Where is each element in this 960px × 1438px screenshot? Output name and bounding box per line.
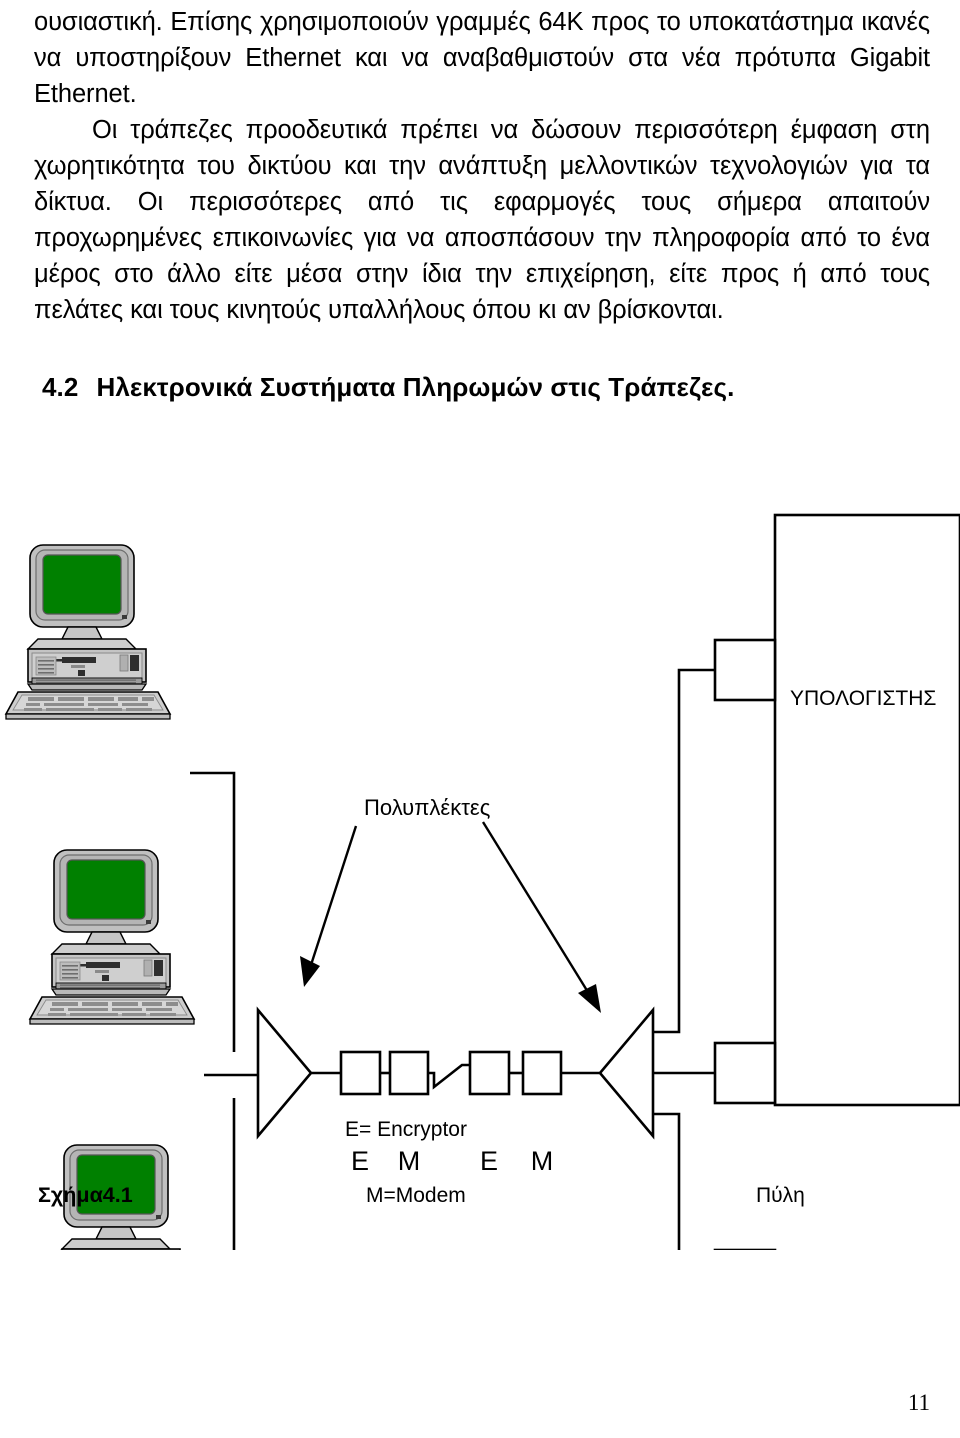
modem-box-1 — [388, 1050, 430, 1096]
paragraph-2: Οι τράπεζες προοδευτικά πρέπει να δώσουν… — [34, 116, 930, 324]
multiplexer-right — [598, 1006, 655, 1140]
host-computer: ΥΠΟΛΟΓΙΣΤΗΣ — [773, 513, 960, 1107]
multiplexer-label: Πολυπλέκτες — [364, 795, 490, 820]
host-port-middle — [713, 1041, 777, 1105]
multiplexer-left — [256, 1006, 313, 1140]
page-number: 11 — [907, 1390, 930, 1415]
workstation-middle — [29, 849, 195, 1025]
link-label-2: E — [480, 1146, 498, 1176]
body-text: ουσιαστική. Επίσης χρησιμοποιούν γραμμές… — [34, 4, 930, 328]
host-interface-boxes — [713, 638, 777, 1250]
encryptor-box-2 — [468, 1050, 511, 1096]
legend-modem: M=Modem — [366, 1184, 466, 1207]
section-number: 4.2 — [42, 372, 79, 402]
legend-encryptor: E= Encryptor — [345, 1118, 467, 1141]
host-label: ΥΠΟΛΟΓΙΣΤΗΣ — [790, 687, 936, 710]
paragraph-1: ουσιαστική. Επίσης χρησιμοποιούν γραμμές… — [34, 8, 930, 108]
network-diagram: E M E M Πολυπλέκτες ΥΠΟΛΟΓΙΣΤΗΣ — [0, 490, 960, 1250]
section-heading: 4.2 Ηλεκτρονικά Συστήματα Πληρωμών στις Τ… — [42, 372, 734, 403]
chain-box-labels: E M E M — [351, 1146, 553, 1176]
workstation-links — [190, 771, 258, 1250]
encryptor-box-1 — [339, 1050, 382, 1096]
modem-box-2 — [521, 1050, 563, 1096]
link-label-3: M — [531, 1146, 554, 1176]
host-port-top — [713, 638, 777, 702]
multiplexer-callout: Πολυπλέκτες — [300, 795, 601, 1013]
link-label-0: E — [351, 1146, 369, 1176]
host-wiring — [653, 668, 715, 1250]
gateway-label: Πύλη — [756, 1184, 805, 1207]
section-title: Ηλεκτρονικά Συστήματα Πληρωμών στις Τράπ… — [96, 372, 735, 402]
workstation-top — [5, 544, 171, 720]
link-label-1: M — [398, 1146, 421, 1176]
figure-caption: Σχήμα4.1 — [38, 1183, 133, 1207]
document-page: ουσιαστική. Επίσης χρησιμοποιούν γραμμές… — [0, 0, 960, 1438]
